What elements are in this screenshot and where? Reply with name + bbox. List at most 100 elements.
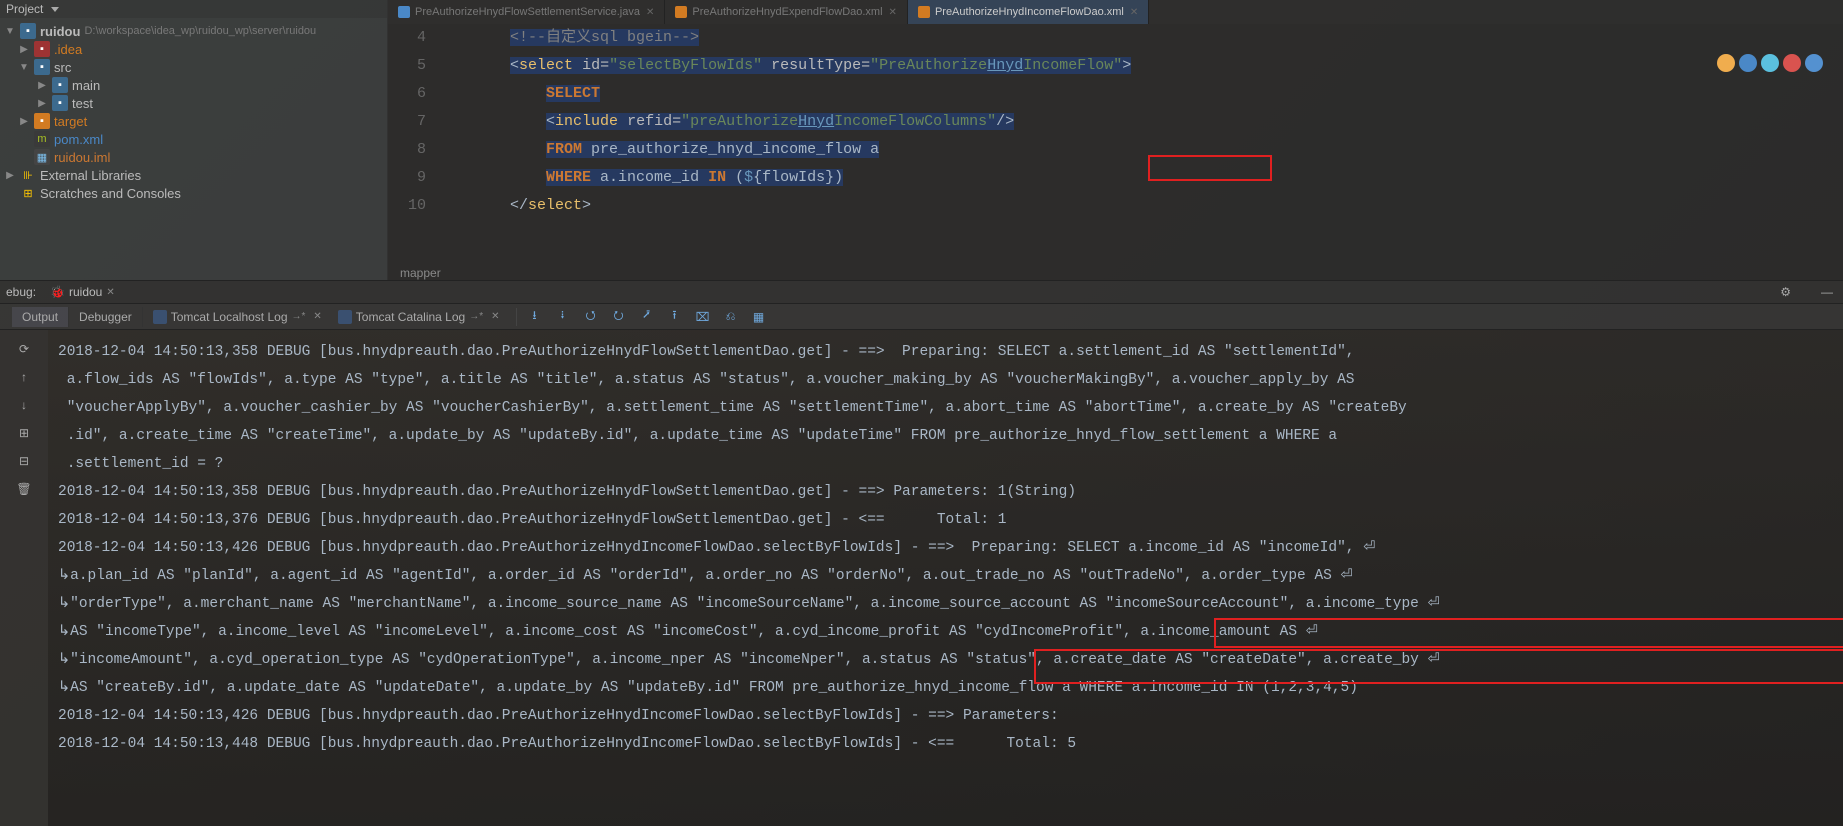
expand-arrow-icon[interactable]: ▼ [18, 62, 30, 73]
tree-item-icon: ▪ [52, 95, 68, 111]
tree-item-icon: ⊞ [20, 185, 36, 201]
expand-arrow-icon[interactable]: ▶ [18, 44, 30, 55]
log-tab-label: Tomcat Catalina Log [356, 310, 465, 324]
tree-item-label: ruidou.iml [54, 150, 110, 165]
expand-arrow-icon[interactable]: ▶ [18, 116, 30, 127]
browser-icon[interactable] [1761, 54, 1779, 72]
tree-item-icon: m [34, 131, 50, 147]
root-name: ruidou [40, 24, 80, 39]
debug-action-icon[interactable]: ⭱ [665, 307, 685, 327]
expand-arrow-icon[interactable]: ▶ [4, 170, 16, 181]
breadcrumb[interactable]: mapper [388, 266, 1843, 280]
log-tab[interactable]: Tomcat Localhost Log →* ✕ [145, 310, 330, 324]
editor-tab[interactable]: PreAuthorizeHnydFlowSettlementService.ja… [388, 0, 665, 24]
code-editor[interactable]: 45678910 <!--自定义sql bgein--> <select id=… [388, 24, 1843, 266]
editor-tab[interactable]: PreAuthorizeHnydIncomeFlowDao.xml✕ [908, 0, 1149, 24]
debug-action-icon[interactable]: ⭷ [637, 307, 657, 327]
close-icon[interactable]: ✕ [491, 311, 499, 322]
tree-item[interactable]: ▼▪src [0, 58, 387, 76]
server-icon [338, 310, 352, 324]
debug-action-icon[interactable]: ⭯ [581, 307, 601, 327]
console-side-button[interactable]: ⟳ [13, 338, 35, 360]
console-area: ⟳ ↑ ↓ ⊞ ⊟ 🗑 2018-12-04 14:50:13,358 DEBUG [bu… [0, 330, 1843, 826]
tree-item-icon: ▪ [34, 113, 50, 129]
debug-config-name: ruidou [69, 285, 102, 299]
tab-label: PreAuthorizeHnydFlowSettlementService.ja… [415, 6, 640, 18]
browser-icon[interactable] [1783, 54, 1801, 72]
console-output[interactable]: 2018-12-04 14:50:13,358 DEBUG [bus.hnydp… [48, 330, 1843, 826]
debug-action-icon[interactable]: ⌧ [693, 307, 713, 327]
console-side-button[interactable]: ↑ [13, 366, 35, 388]
project-tool-window: Project ▼ ▪ ruidou D:\workspace\idea_wp\… [0, 0, 388, 280]
editor-area: PreAuthorizeHnydFlowSettlementService.ja… [388, 0, 1843, 280]
debug-action-icon[interactable]: ⭮ [609, 307, 629, 327]
close-icon[interactable]: ✕ [889, 7, 897, 18]
folder-icon: ▪ [20, 23, 36, 39]
debug-config-tab[interactable]: 🐞 ruidou ✕ [42, 281, 123, 303]
browser-icon[interactable] [1739, 54, 1757, 72]
server-icon [153, 310, 167, 324]
browser-icon[interactable] [1805, 54, 1823, 72]
tab-label: PreAuthorizeHnydExpendFlowDao.xml [692, 6, 882, 18]
tree-item[interactable]: ▶⊪External Libraries [0, 166, 387, 184]
tree-item-icon: ▪ [34, 59, 50, 75]
debug-subtab[interactable]: Output [12, 307, 69, 327]
minimize-icon[interactable]: — [1821, 285, 1833, 299]
project-header[interactable]: Project [0, 0, 387, 18]
project-root[interactable]: ▼ ▪ ruidou D:\workspace\idea_wp\ruidou_w… [0, 22, 387, 40]
file-type-icon [675, 6, 687, 18]
debug-subtab[interactable]: Debugger [69, 307, 143, 327]
close-icon[interactable]: ✕ [646, 7, 654, 18]
debug-action-icon[interactable]: ⭭ [553, 307, 573, 327]
separator [516, 308, 517, 326]
console-side-button[interactable]: 🗑 [13, 478, 35, 500]
tree-item[interactable]: ▶ ▪ target [0, 112, 387, 130]
expand-arrow-icon[interactable]: ▼ [4, 26, 16, 37]
tree-item-icon: ▦ [34, 149, 50, 165]
tree-item[interactable]: ▦ ruidou.iml [0, 148, 387, 166]
tree-item-label: main [72, 78, 100, 93]
debug-action-icon[interactable]: ⭳ [525, 307, 545, 327]
tree-item[interactable]: ⊞Scratches and Consoles [0, 184, 387, 202]
log-tab[interactable]: Tomcat Catalina Log →* ✕ [330, 310, 508, 324]
pin-icon[interactable]: →* [292, 311, 306, 322]
gear-icon[interactable]: ⚙ [1780, 285, 1791, 299]
line-gutter: 45678910 [388, 24, 438, 266]
close-icon[interactable]: ✕ [106, 287, 114, 298]
console-side-toolbar: ⟳ ↑ ↓ ⊞ ⊟ 🗑 [0, 330, 48, 826]
project-title: Project [6, 2, 43, 16]
pin-icon[interactable]: →* [469, 311, 483, 322]
log-tab-label: Tomcat Localhost Log [171, 310, 288, 324]
console-side-button[interactable]: ⊟ [13, 450, 35, 472]
debug-label: ebug: [0, 285, 42, 299]
root-path: D:\workspace\idea_wp\ruidou_wp\server\ru… [84, 25, 316, 37]
browser-icons [1717, 54, 1823, 72]
tree-item[interactable]: ▶▪main [0, 76, 387, 94]
debug-toolwindow-header: ebug: 🐞 ruidou ✕ ⚙ — [0, 280, 1843, 304]
tree-item-label: External Libraries [40, 168, 141, 183]
console-side-button[interactable]: ⊞ [13, 422, 35, 444]
file-type-icon [398, 6, 410, 18]
chevron-down-icon[interactable] [51, 7, 59, 12]
debug-action-icon[interactable]: ⎌ [721, 307, 741, 327]
close-icon[interactable]: ✕ [1130, 7, 1138, 18]
editor-tab[interactable]: PreAuthorizeHnydExpendFlowDao.xml ✕ [665, 0, 908, 24]
tree-item-icon: ▪ [34, 41, 50, 57]
tree-item[interactable]: ▶▪test [0, 94, 387, 112]
expand-arrow-icon[interactable]: ▶ [36, 98, 48, 109]
code-body[interactable]: <!--自定义sql bgein--> <select id="selectBy… [438, 24, 1843, 266]
console-side-button[interactable]: ↓ [13, 394, 35, 416]
debug-action-icon[interactable]: ▦ [749, 307, 769, 327]
expand-arrow-icon[interactable]: ▶ [36, 80, 48, 91]
file-type-icon [918, 6, 930, 18]
debug-toolbar: OutputDebugger Tomcat Localhost Log→*✕To… [0, 304, 1843, 330]
editor-tabs: PreAuthorizeHnydFlowSettlementService.ja… [388, 0, 1843, 24]
tree-item-label: target [54, 114, 87, 129]
tree-item-label: .idea [54, 42, 82, 57]
browser-icon[interactable] [1717, 54, 1735, 72]
close-icon[interactable]: ✕ [313, 311, 321, 322]
bug-icon: 🐞 [50, 285, 65, 299]
tree-item[interactable]: ▶ ▪ .idea [0, 40, 387, 58]
tree-item[interactable]: mpom.xml [0, 130, 387, 148]
project-tree: ▼ ▪ ruidou D:\workspace\idea_wp\ruidou_w… [0, 18, 387, 206]
